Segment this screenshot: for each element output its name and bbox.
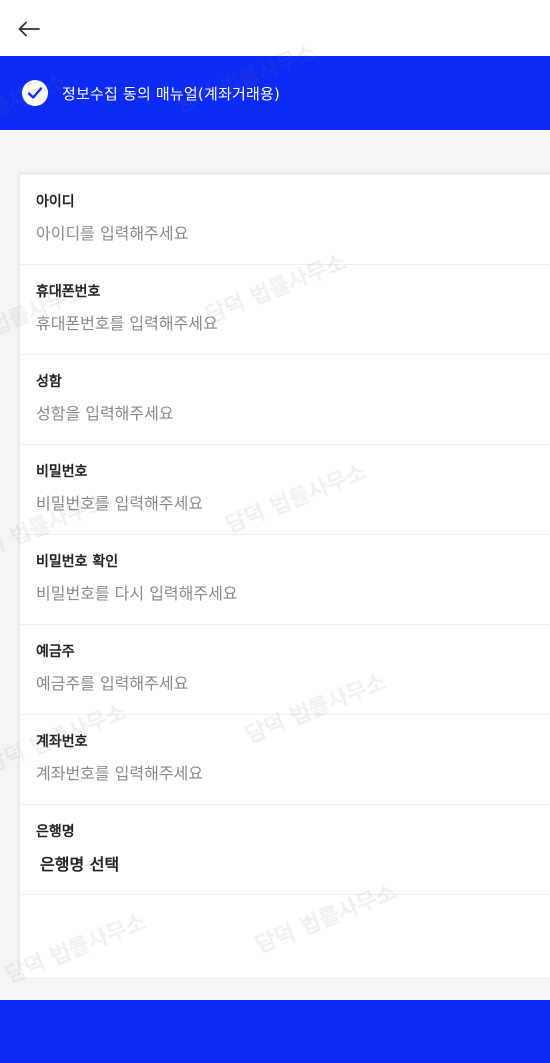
submit-button[interactable] — [0, 1000, 550, 1063]
field-account-holder: 예금주 — [20, 625, 550, 715]
check-circle[interactable] — [22, 80, 48, 106]
arrow-left-icon — [18, 21, 40, 37]
consent-label: 정보수집 동의 매뉴얼(계좌거래용) — [62, 84, 281, 103]
field-label-password: 비밀번호 — [36, 464, 88, 480]
field-id: 아이디 — [20, 175, 550, 265]
signup-form: 아이디 휴대폰번호 성함 비밀번호 비밀번호 확인 예금주 계좌번호 은행명 은… — [18, 172, 550, 977]
bank-select[interactable]: 은행명 선택 — [40, 849, 119, 877]
top-bar — [0, 0, 550, 56]
password-input[interactable] — [34, 487, 528, 519]
field-label-password-confirm: 비밀번호 확인 — [36, 554, 119, 570]
name-input[interactable] — [34, 397, 528, 429]
password-confirm-input[interactable] — [34, 577, 528, 609]
field-password-confirm: 비밀번호 확인 — [20, 535, 550, 625]
field-label-account-holder: 예금주 — [36, 644, 75, 660]
back-button[interactable] — [14, 14, 44, 44]
field-label-bank: 은행명 — [36, 824, 75, 840]
field-label-phone: 휴대폰번호 — [36, 284, 101, 300]
phone-input[interactable] — [34, 307, 528, 339]
account-holder-input[interactable] — [34, 667, 528, 699]
field-name: 성함 — [20, 355, 550, 445]
field-label-name: 성함 — [36, 374, 62, 390]
field-label-account-number: 계좌번호 — [36, 734, 88, 750]
field-bank: 은행명 은행명 선택 — [20, 805, 550, 895]
field-label-id: 아이디 — [36, 194, 75, 210]
check-icon — [27, 87, 43, 99]
consent-manual-banner[interactable]: 정보수집 동의 매뉴얼(계좌거래용) — [0, 56, 550, 130]
id-input[interactable] — [34, 217, 528, 249]
account-number-input[interactable] — [34, 757, 528, 789]
field-password: 비밀번호 — [20, 445, 550, 535]
field-account-number: 계좌번호 — [20, 715, 550, 805]
section-divider — [0, 130, 550, 172]
field-phone: 휴대폰번호 — [20, 265, 550, 355]
